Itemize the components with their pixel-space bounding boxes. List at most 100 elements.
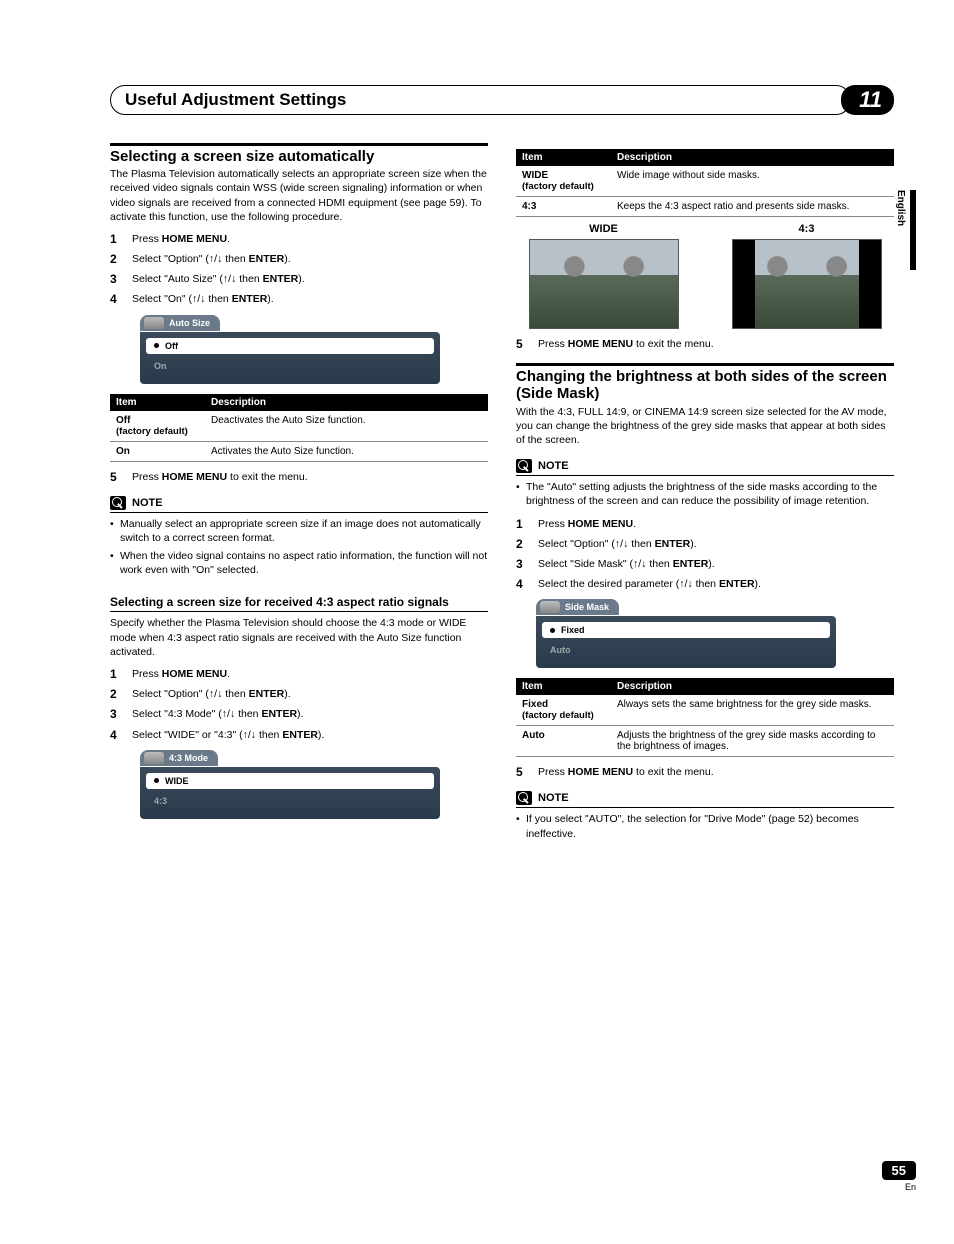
table-cell: Always sets the same brightness for the … [611, 695, 894, 726]
page-number: 55 [882, 1161, 916, 1180]
table-cell: WIDE(factory default) [516, 166, 611, 197]
table-header-item: Item [516, 678, 611, 695]
step-number: 4 [110, 292, 132, 306]
table-side-mask: ItemDescription Fixed(factory default)Al… [516, 678, 894, 757]
updown-icon: ↑/↓ [615, 538, 628, 550]
bullet-icon [550, 628, 555, 633]
bullet-icon [154, 778, 159, 783]
tv-icon [144, 317, 164, 329]
note-item: If you select "AUTO", the selection for … [516, 812, 894, 840]
step-text: Select "Auto Size" (↑/↓ then ENTER). [132, 272, 305, 286]
table-cell: 4:3 [516, 197, 611, 217]
header-title: Useful Adjustment Settings [125, 90, 850, 110]
osd-menu-tab: Auto Size [140, 315, 220, 331]
osd-menu-auto-size: Auto Size Off On [140, 315, 440, 384]
preview-label-wide: WIDE [516, 223, 691, 235]
step-text: Select "On" (↑/↓ then ENTER). [132, 292, 274, 306]
step-number: 1 [110, 667, 132, 681]
table-cell: Auto [516, 726, 611, 757]
note-heading: NOTE [110, 496, 488, 513]
note-icon [516, 459, 532, 473]
aspect-preview-row: WIDE 4:3 [516, 223, 894, 329]
updown-icon: ↑/↓ [679, 578, 692, 590]
table-cell: Wide image without side masks. [611, 166, 894, 197]
right-column: ItemDescription WIDE(factory default)Wid… [516, 143, 894, 849]
osd-menu-item-selected: Fixed [542, 622, 830, 638]
table-cell: Fixed(factory default) [516, 695, 611, 726]
step-number: 2 [516, 537, 538, 551]
step-text: Press HOME MENU to exit the menu. [538, 765, 714, 779]
language-tab: English [895, 190, 916, 270]
step-number: 1 [516, 517, 538, 531]
step-text: Select "4:3 Mode" (↑/↓ then ENTER). [132, 707, 303, 721]
tv-icon [540, 601, 560, 613]
note-list: Manually select an appropriate screen si… [110, 517, 488, 578]
note-item: When the video signal contains no aspect… [110, 549, 488, 577]
osd-menu-tab: Side Mask [536, 599, 619, 615]
osd-menu-item-selected: WIDE [146, 773, 434, 789]
table-header-desc: Description [205, 394, 488, 411]
updown-icon: ↑/↓ [222, 708, 235, 720]
step-number: 4 [516, 577, 538, 591]
subsection-heading-43: Selecting a screen size for received 4:3… [110, 595, 488, 612]
table-cell: On [110, 441, 205, 461]
accent-bar [516, 363, 894, 366]
table-43-mode: ItemDescription WIDE(factory default)Wid… [516, 149, 894, 217]
preview-image-wide [529, 239, 679, 329]
accent-bar [110, 143, 488, 146]
left-column: Selecting a screen size automatically Th… [110, 143, 488, 849]
osd-menu-side-mask: Side Mask Fixed Auto [536, 599, 836, 668]
note-item: The "Auto" setting adjusts the brightnes… [516, 480, 894, 508]
step-number: 1 [110, 232, 132, 246]
steps-side-mask: 1 Press HOME MENU. 2 Select "Option" (↑/… [516, 517, 894, 592]
step-text: Press HOME MENU. [538, 517, 636, 531]
step-text: Select "Option" (↑/↓ then ENTER). [538, 537, 697, 551]
note-icon [110, 496, 126, 510]
updown-icon: ↑/↓ [209, 688, 222, 700]
section-heading-auto-size: Selecting a screen size automatically [110, 148, 488, 165]
table-cell: Adjusts the brightness of the grey side … [611, 726, 894, 757]
steps-43-mode: 1 Press HOME MENU. 2 Select "Option" (↑/… [110, 667, 488, 742]
osd-menu-item: 4:3 [146, 793, 434, 809]
table-cell: Off(factory default) [110, 411, 205, 442]
step-text: Select "Option" (↑/↓ then ENTER). [132, 687, 291, 701]
bullet-icon [154, 343, 159, 348]
step-number: 5 [516, 765, 538, 779]
steps-auto-size: 1 Press HOME MENU. 2 Select "Option" (↑/… [110, 232, 488, 307]
updown-icon: ↑/↓ [209, 253, 222, 265]
updown-icon: ↑/↓ [243, 729, 256, 741]
osd-menu-item-selected: Off [146, 338, 434, 354]
osd-menu-item: Auto [542, 642, 830, 658]
osd-menu-tab: 4:3 Mode [140, 750, 218, 766]
header-title-pill: Useful Adjustment Settings [110, 85, 851, 115]
step-text: Select "WIDE" or "4:3" (↑/↓ then ENTER). [132, 728, 324, 742]
updown-icon: ↑/↓ [192, 293, 205, 305]
osd-menu-item: On [146, 358, 434, 374]
step-text: Press HOME MENU to exit the menu. [132, 470, 308, 484]
step-number: 2 [110, 252, 132, 266]
step-number: 3 [516, 557, 538, 571]
step-text: Press HOME MENU. [132, 667, 230, 681]
preview-label-43: 4:3 [719, 223, 894, 235]
note-heading: NOTE [516, 791, 894, 808]
note-heading: NOTE [516, 459, 894, 476]
tv-icon [144, 752, 164, 764]
table-header-item: Item [110, 394, 205, 411]
step-text: Select "Option" (↑/↓ then ENTER). [132, 252, 291, 266]
page-header: Useful Adjustment Settings 11 [110, 85, 894, 115]
table-cell: Deactivates the Auto Size function. [205, 411, 488, 442]
osd-menu-43-mode: 4:3 Mode WIDE 4:3 [140, 750, 440, 819]
table-cell: Keeps the 4:3 aspect ratio and presents … [611, 197, 894, 217]
table-auto-size: ItemDescription Off(factory default)Deac… [110, 394, 488, 462]
step-number: 5 [516, 337, 538, 351]
step-number: 5 [110, 470, 132, 484]
note-item: Manually select an appropriate screen si… [110, 517, 488, 545]
note-list: If you select "AUTO", the selection for … [516, 812, 894, 840]
page-footer: 55 En [882, 1161, 916, 1192]
step-text: Select "Side Mask" (↑/↓ then ENTER). [538, 557, 715, 571]
step-number: 4 [110, 728, 132, 742]
step-number: 3 [110, 272, 132, 286]
preview-image-43 [732, 239, 882, 329]
intro-text: Specify whether the Plasma Television sh… [110, 616, 488, 659]
updown-icon: ↑/↓ [633, 558, 646, 570]
